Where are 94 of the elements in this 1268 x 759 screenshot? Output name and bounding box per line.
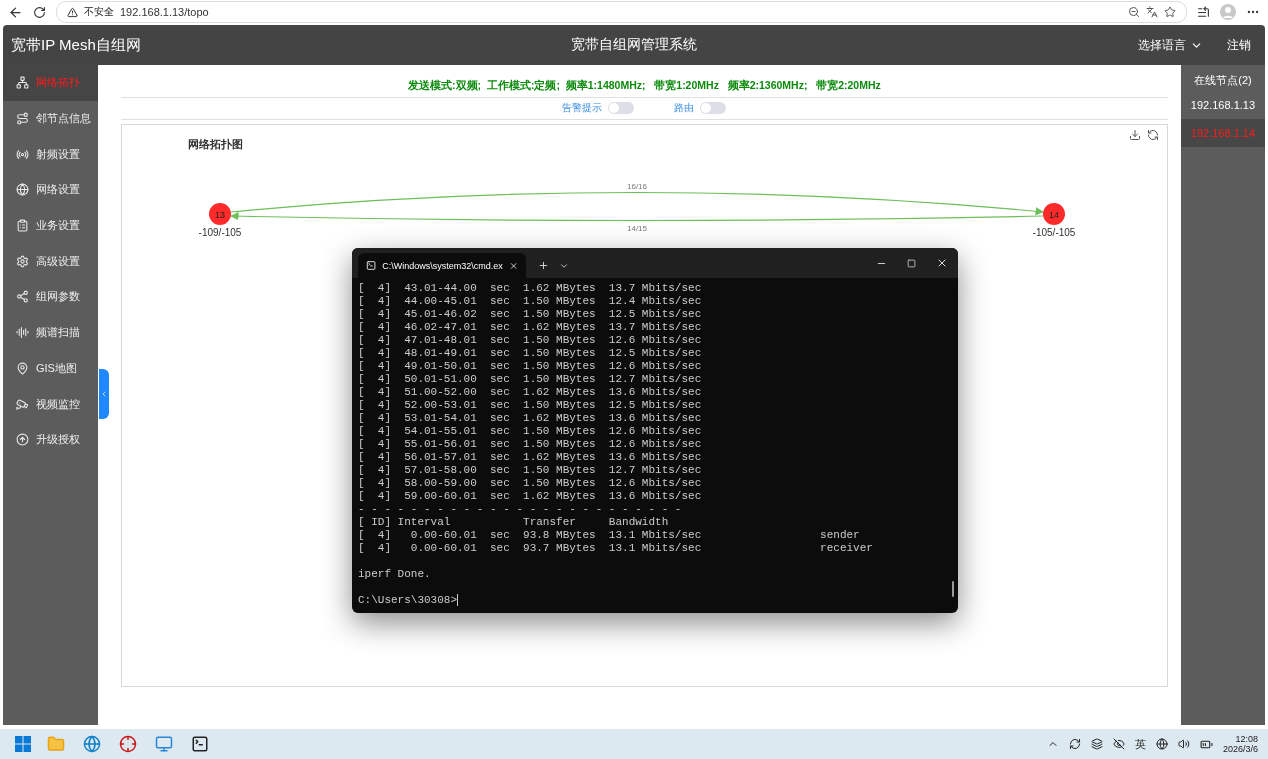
maximize-icon[interactable] [907, 258, 916, 268]
toggle-label: 路由 [674, 101, 695, 115]
download-icon[interactable] [1128, 129, 1141, 141]
terminal-line: [ 4] 48.01-49.01 sec 1.50 MBytes 12.5 Mbits/sec [358, 347, 703, 360]
sidebar-item[interactable]: 高级设置 [3, 243, 98, 280]
language-select[interactable]: 选择语言 [1138, 36, 1203, 54]
network-status-icon[interactable] [1155, 738, 1168, 750]
refresh-icon[interactable] [1146, 129, 1159, 141]
terminal-line: [ 4] 50.01-51.00 sec 1.50 MBytes 12.7 Mbits/sec [358, 373, 703, 386]
network-icon [16, 76, 29, 90]
terminal-line: [ 4] 46.02-47.01 sec 1.62 MBytes 13.7 Mbits/sec [358, 321, 703, 334]
clock-date[interactable]: 2026/3/6 [1222, 744, 1258, 754]
terminal-line: [ ID] Interval Transfer Bandwidth [358, 516, 670, 529]
sync-icon[interactable] [1068, 738, 1081, 750]
terminal-line: [ 4] 0.00-60.01 sec 93.8 MBytes 13.1 Mbits/sec sender [358, 529, 861, 542]
logout-link[interactable]: 注销 [1227, 36, 1251, 54]
terminal-line: [ 4] 45.01-46.02 sec 1.50 MBytes 12.5 Mbits/sec [358, 308, 703, 321]
terminal-line: iperf Done. [358, 568, 432, 581]
dropdown-icon[interactable] [559, 261, 569, 271]
terminal-line: [ 4] 47.01-48.01 sec 1.50 MBytes 12.6 Mbits/sec [358, 334, 703, 347]
sidebar-item[interactable]: 组网参数 [3, 279, 98, 315]
eye-off-icon[interactable] [1112, 738, 1125, 750]
terminal-icon [366, 260, 377, 271]
terminal-line: [ 4] 58.00-59.00 sec 1.50 MBytes 12.6 Mbits/sec [358, 477, 703, 490]
route-icon [16, 112, 29, 126]
sidebar-item[interactable]: 网络设置 [3, 172, 98, 208]
terminal-line: [ 4] 54.01-55.01 sec 1.50 MBytes 12.6 Mbits/sec [358, 425, 703, 438]
terminal-line: [ 4] 43.01-44.00 sec 1.62 MBytes 13.7 Mbits/sec [358, 282, 703, 295]
sidebar-item[interactable]: 业务设置 [3, 207, 98, 244]
url-text: 192.168.1.13/topo [120, 6, 209, 18]
sidebar-item[interactable]: 升级授权 [3, 421, 98, 458]
chevron-left-icon [100, 390, 108, 398]
address-bar[interactable]: 不安全 192.168.1.13/topo [56, 1, 1187, 23]
terminal-line: [ 4] 59.00-60.01 sec 1.62 MBytes 13.6 Mbits/sec [358, 490, 703, 503]
node-address[interactable]: 192.168.1.13 [1180, 91, 1265, 119]
clipboard-icon [16, 219, 29, 233]
terminal-line: [ 4] 51.00-52.00 sec 1.62 MBytes 13.6 Mbits/sec [358, 386, 703, 399]
sidebar-item[interactable]: 射频设置 [3, 136, 98, 173]
close-icon[interactable] [508, 260, 518, 271]
globe-icon [16, 183, 29, 197]
terminal-line: [ 4] 49.01-50.01 sec 1.50 MBytes 12.6 Mbits/sec [358, 360, 703, 373]
node-reading: -105/-105 [1032, 227, 1076, 238]
terminal-tab[interactable]: C:\Windows\system32\cmd.ex [358, 253, 526, 278]
clock-time[interactable]: 12:08 [1235, 734, 1258, 744]
network-node[interactable]: 13 [208, 203, 231, 225]
nodes-icon [16, 290, 29, 304]
system-title: 宽带自组网管理系统 [571, 36, 698, 54]
status-line: 发送模式:双频; 工作模式:定频; 频率1:1480MHz; 带宽1:20MHz 频率2:1360MHz; 带宽2:20MHz [120, 79, 1168, 98]
link-label: 16/16 [626, 182, 647, 191]
layers-icon[interactable] [1090, 738, 1103, 750]
favorites-icon[interactable] [1197, 5, 1210, 19]
command-prompt[interactable]: C:\Users\30308> [358, 594, 952, 607]
browser-icon[interactable] [81, 733, 103, 755]
antenna-icon [16, 147, 29, 161]
sidebar-item[interactable]: GIS地图 [3, 350, 98, 387]
waveform-icon [16, 326, 29, 340]
gear-icon [16, 254, 29, 268]
terminal-line: [ 4] 44.00-45.01 sec 1.50 MBytes 12.4 Mbits/sec [358, 295, 703, 308]
scrollbar[interactable] [952, 581, 954, 597]
upload-icon [16, 433, 29, 447]
toggle-switch[interactable] [700, 102, 727, 114]
sidebar-item[interactable]: 邻节点信息 [3, 100, 98, 137]
terminal-line: [ 4] 55.01-56.01 sec 1.50 MBytes 12.6 Mbits/sec [358, 438, 703, 451]
reload-icon[interactable] [33, 5, 46, 19]
close-icon[interactable] [936, 257, 948, 269]
network-node[interactable]: 14 [1042, 203, 1065, 225]
map-pin-icon [16, 361, 29, 375]
terminal-line: [ 4] 52.00-53.01 sec 1.50 MBytes 12.5 Mbits/sec [358, 399, 703, 412]
back-icon[interactable] [8, 4, 23, 20]
sidebar-item[interactable]: 频谱扫描 [3, 314, 98, 351]
toggle-switch[interactable] [608, 102, 635, 114]
new-tab-icon[interactable] [538, 260, 549, 271]
terminal-line: [ 4] 57.01-58.00 sec 1.50 MBytes 12.7 Mbits/sec [358, 464, 703, 477]
node-reading: -109/-105 [198, 227, 242, 238]
sidebar-item[interactable]: 视频监控 [3, 386, 98, 422]
terminal-line: [ 4] 53.01-54.01 sec 1.62 MBytes 13.6 Mbits/sec [358, 412, 703, 425]
terminal-line: - - - - - - - - - - - - - - - - - - - - - - - - - [358, 503, 683, 516]
zoom-out-icon[interactable] [1128, 6, 1140, 18]
star-icon[interactable] [1164, 6, 1176, 18]
input-method[interactable]: 英 [1134, 736, 1146, 752]
camera-icon [16, 397, 29, 411]
link-label: 14/15 [626, 224, 647, 233]
volume-icon[interactable] [1177, 738, 1190, 750]
security-label: 不安全 [84, 5, 114, 19]
panel-title: 网络拓扑图 [187, 137, 243, 152]
online-nodes-title: 在线节点(2) [1193, 73, 1253, 88]
terminal-line: [ 4] 56.01-57.01 sec 1.62 MBytes 13.6 Mbits/sec [358, 451, 703, 464]
collapse-handle[interactable] [99, 369, 109, 419]
toggle-label: 告警提示 [562, 101, 603, 115]
crosshair-icon[interactable] [117, 733, 139, 755]
app-title: 宽带IP Mesh自组网 [11, 35, 142, 55]
terminal-line: [ 4] 0.00-60.01 sec 93.7 MBytes 13.1 Mbits/sec receiver [358, 542, 874, 555]
tab-title: C:\Windows\system32\cmd.ex [382, 260, 503, 271]
warning-icon [67, 6, 78, 18]
